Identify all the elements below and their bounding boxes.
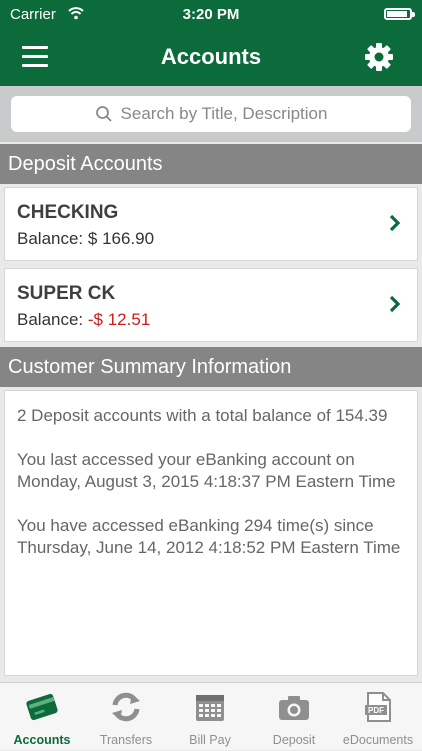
tab-label: eDocuments: [342, 733, 414, 747]
tab-label: Deposit: [272, 733, 316, 747]
tab-bar: Accounts Transfers Bill Pay Deposit PDF …: [0, 682, 422, 750]
account-row-checking[interactable]: CHECKING Balance: $ 166.90: [4, 187, 418, 261]
summary-total-balance: 2 Deposit accounts with a total balance …: [17, 406, 388, 425]
chevron-right-icon: [389, 214, 401, 232]
section-header-customer-summary: Customer Summary Information: [0, 347, 422, 387]
balance-value-negative: -$ 12.51: [87, 310, 151, 329]
calendar-icon: [196, 695, 224, 721]
account-balance: Balance: -$ 12.51: [17, 310, 151, 329]
summary-access-count: You have accessed eBanking 294 time(s) s…: [17, 516, 401, 557]
customer-summary-panel: 2 Deposit accounts with a total balance …: [4, 390, 418, 676]
account-name: SUPER CK: [17, 283, 116, 304]
tab-accounts[interactable]: Accounts: [0, 683, 84, 751]
account-balance: Balance: $ 166.90: [17, 229, 155, 248]
battery-icon: [384, 8, 415, 20]
search-input[interactable]: Search by Title, Description: [11, 96, 411, 132]
balance-value: $ 166.90: [87, 229, 155, 248]
tab-edocuments[interactable]: PDF eDocuments: [336, 683, 422, 751]
section-header-deposit-accounts: Deposit Accounts: [0, 144, 422, 184]
chevron-right-icon: [389, 295, 401, 313]
pdf-document-icon: PDF: [365, 692, 391, 722]
search-bar-container: Search by Title, Description: [0, 86, 422, 142]
tab-bill-pay[interactable]: Bill Pay: [168, 683, 252, 751]
top-bar: Carrier 3:20 PM Accounts: [0, 0, 422, 86]
search-icon: [95, 106, 112, 122]
tab-label: Accounts: [13, 733, 71, 747]
tab-transfers[interactable]: Transfers: [84, 683, 168, 751]
account-row-super-ck[interactable]: SUPER CK Balance: -$ 12.51: [4, 268, 418, 342]
status-bar: Carrier 3:20 PM: [0, 0, 422, 30]
search-placeholder: Search by Title, Description: [120, 104, 328, 123]
battery-fill: [387, 11, 407, 17]
summary-last-access: You last accessed your eBanking account …: [17, 450, 396, 491]
transfer-arrows-icon: [112, 692, 140, 722]
svg-text:PDF: PDF: [368, 706, 384, 715]
tab-deposit[interactable]: Deposit: [252, 683, 336, 751]
accounts-card-icon: [26, 693, 58, 721]
page-title: Accounts: [160, 44, 262, 69]
camera-icon: [279, 696, 309, 720]
status-time: 3:20 PM: [182, 6, 240, 23]
account-name: CHECKING: [17, 202, 119, 223]
gear-icon[interactable]: [364, 42, 394, 72]
navigation-bar: Accounts: [0, 30, 422, 86]
tab-label: Bill Pay: [189, 733, 231, 747]
tab-label: Transfers: [99, 733, 153, 747]
